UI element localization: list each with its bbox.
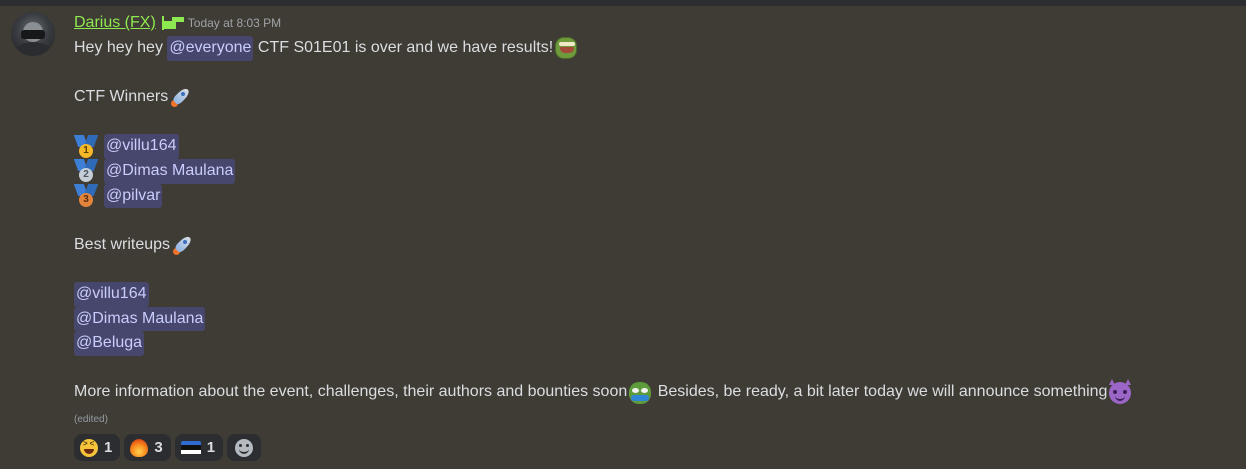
message-line-final: More information about the event, challe… [74, 378, 1234, 405]
green-flag-icon[interactable] [161, 16, 184, 30]
final-text-after: Besides, be ready, a bit later today we … [653, 383, 1108, 401]
estonia-flag-icon [180, 440, 201, 455]
mention-winner-2[interactable]: @Dimas Maulana [104, 158, 236, 184]
mention-writeup-3[interactable]: @Beluga [74, 331, 145, 356]
pepe-laugh-icon[interactable] [555, 37, 578, 60]
mention-writeup-2[interactable]: @Dimas Maulana [74, 306, 206, 332]
rocket-icon[interactable] [172, 233, 196, 257]
mention-winner-3[interactable]: @pilvar [104, 183, 163, 209]
writeups-heading-line: Best writeups [74, 233, 1234, 258]
pepe-cry-icon[interactable] [629, 381, 652, 404]
winners-heading-line: CTF Winners [74, 85, 1234, 110]
edited-label: (edited) [74, 414, 108, 425]
winners-heading: CTF Winners [74, 88, 169, 106]
winner-row-3: 3 @pilvar [73, 183, 1234, 209]
username[interactable]: Darius (FX) [74, 14, 156, 32]
reaction-count: 3 [154, 439, 163, 456]
message-content: Hey hey hey @everyone CTF S01E01 is over… [73, 36, 1234, 405]
writeup-row-1: @villu164 [74, 281, 1234, 307]
reaction-fire[interactable]: 3 [124, 434, 171, 461]
winner-row-2: 2 @Dimas Maulana [73, 158, 1234, 184]
writeup-row-2: @Dimas Maulana [74, 306, 1234, 332]
final-text-before: More information about the event, challe… [74, 383, 628, 401]
timestamp[interactable]: Today at 8:03 PM [188, 16, 281, 30]
silver-medal-icon[interactable]: 2 [73, 159, 99, 183]
reaction-count: 1 [104, 439, 113, 456]
reaction-count: 1 [206, 439, 216, 456]
intro-text-after: CTF S01E01 is over and we have results! [253, 39, 554, 56]
reaction-flag-estonia[interactable]: 1 [174, 434, 224, 461]
reaction-bar: 1 3 1 [74, 434, 262, 461]
reaction-squinting-face[interactable]: 1 [74, 434, 121, 461]
writeups-heading: Best writeups [74, 235, 171, 253]
winner-row-1: 1 @villu164 [73, 134, 1234, 159]
fire-icon [130, 438, 149, 457]
smiling-devil-icon[interactable] [1109, 378, 1132, 404]
intro-text-before: Hey hey hey [74, 39, 168, 56]
avatar[interactable] [11, 12, 55, 56]
add-reaction-button[interactable] [227, 434, 262, 461]
bronze-medal-icon[interactable]: 3 [73, 183, 99, 208]
mention-writeup-1[interactable]: @villu164 [74, 281, 149, 307]
grinning-squinting-face-icon [80, 438, 98, 457]
mention-everyone[interactable]: @everyone [167, 36, 254, 61]
writeup-row-3: @Beluga [74, 331, 1234, 356]
message-header: Darius (FX) Today at 8:03 PM [74, 13, 281, 33]
chat-message: Darius (FX) Today at 8:03 PM Hey hey hey… [0, 6, 1246, 469]
message-line-intro: Hey hey hey @everyone CTF S01E01 is over… [74, 36, 1234, 61]
gold-medal-icon[interactable]: 1 [73, 134, 99, 159]
mention-winner-1[interactable]: @villu164 [104, 134, 179, 159]
add-reaction-icon [235, 438, 254, 457]
rocket-icon[interactable] [170, 85, 194, 109]
